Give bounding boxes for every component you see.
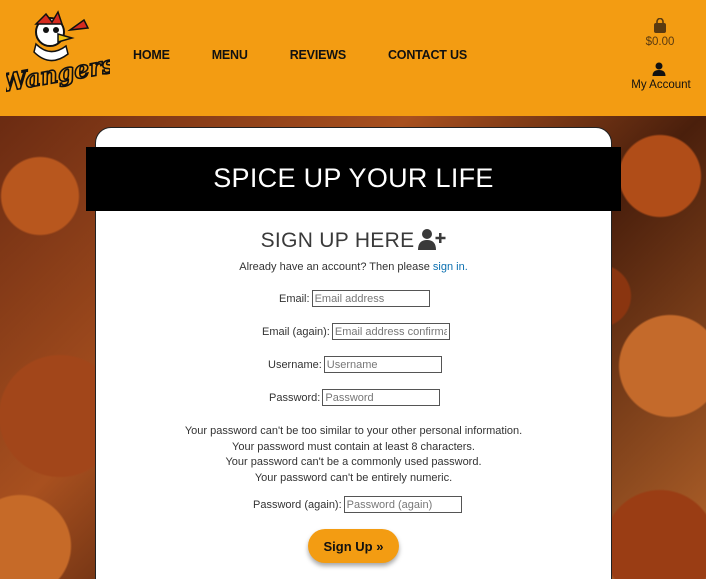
- email-row: Email:: [279, 290, 430, 307]
- email-label: Email:: [279, 292, 310, 305]
- password-help: Your password can't be too similar to yo…: [95, 424, 612, 486]
- email-field[interactable]: [311, 290, 430, 307]
- signup-title-text: SIGN UP HERE: [260, 229, 415, 252]
- username-field[interactable]: [323, 356, 442, 373]
- help-line: Your password can't be too similar to yo…: [184, 425, 523, 437]
- nav-home[interactable]: HOME: [133, 48, 170, 62]
- email-again-label: Email (again):: [262, 325, 330, 338]
- wangers-logo[interactable]: Wangers: [6, 10, 110, 102]
- help-line: Your password can't be entirely numeric.: [254, 471, 453, 484]
- user-plus-icon: [418, 228, 446, 256]
- password-label: Password:: [269, 391, 321, 404]
- site-header: Wangers HOME MENU REVIEWS CONTACT US $0.…: [0, 0, 706, 116]
- main-nav: HOME MENU REVIEWS CONTACT US: [133, 48, 467, 62]
- banner-title: SPICE UP YOUR LIFE: [213, 163, 494, 193]
- nav-menu[interactable]: MENU: [212, 48, 248, 62]
- signin-prompt-text: Already have an account? Then please: [239, 261, 433, 273]
- sign-up-button[interactable]: Sign Up »: [308, 529, 399, 563]
- email-again-row: Email (again):: [262, 323, 450, 340]
- page-title: SIGN UP HERE: [95, 228, 612, 256]
- email-confirmation-field[interactable]: [331, 323, 450, 340]
- username-label: Username:: [268, 358, 322, 371]
- signin-prompt: Already have an account? Then please sig…: [95, 261, 612, 273]
- my-account-link[interactable]: My Account: [628, 79, 694, 91]
- password-again-row: Password (again):: [253, 496, 462, 513]
- nav-reviews[interactable]: REVIEWS: [290, 48, 346, 62]
- bag-total[interactable]: $0.00: [640, 36, 680, 48]
- password-row: Password:: [269, 389, 441, 406]
- password-field[interactable]: [322, 389, 441, 406]
- password-again-label: Password (again):: [253, 498, 342, 511]
- username-row: Username:: [268, 356, 442, 373]
- nav-contact-us[interactable]: CONTACT US: [388, 48, 467, 62]
- help-line: Your password can't be a commonly used p…: [225, 456, 482, 468]
- help-line: Your password must contain at least 8 ch…: [232, 440, 475, 453]
- signin-link[interactable]: sign in.: [433, 261, 468, 273]
- password-again-field[interactable]: [343, 496, 462, 513]
